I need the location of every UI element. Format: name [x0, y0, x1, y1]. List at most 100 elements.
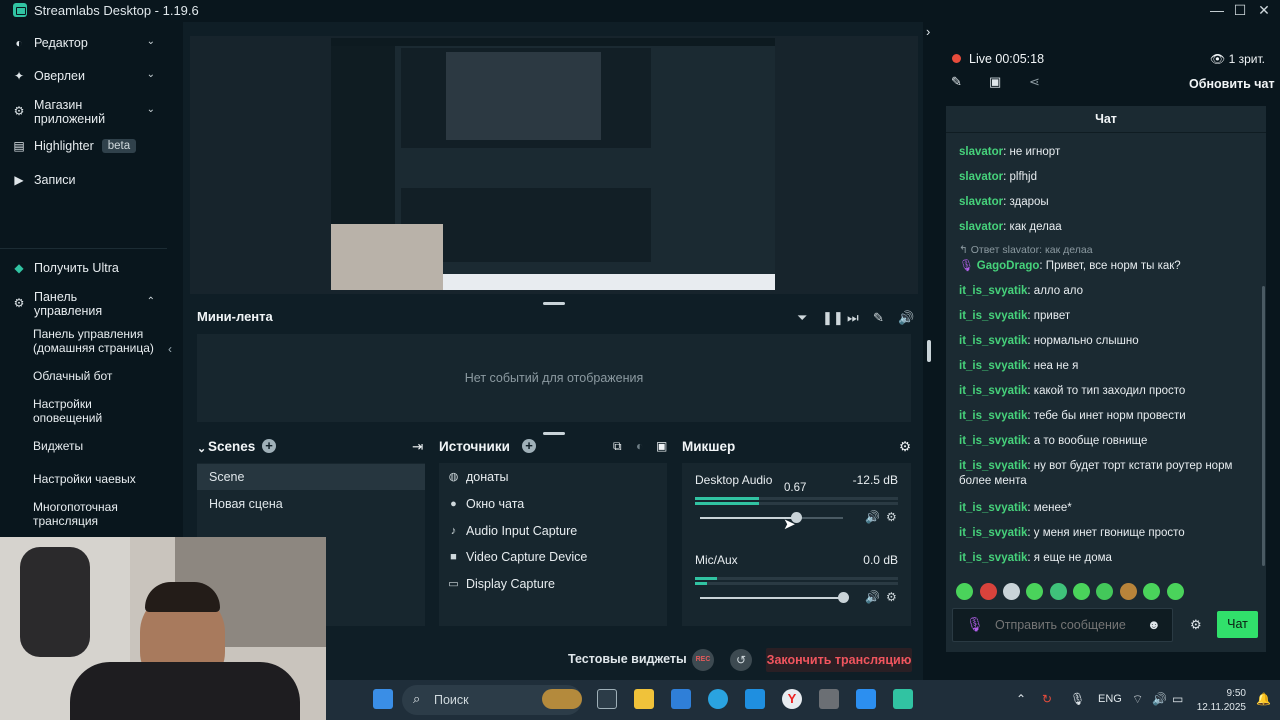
sidebar-item-dashboard[interactable]: ⚙ Панель управления ⌃ — [12, 290, 167, 318]
chat-settings-icon[interactable]: ⚙ — [1190, 617, 1202, 633]
tray-app-icon[interactable]: ↻ — [1042, 692, 1052, 706]
chat-username[interactable]: it_is_svyatik — [959, 460, 1027, 472]
chat-username[interactable]: slavator — [959, 221, 1003, 233]
sidebar-item-recordings[interactable]: ▶ Записи — [12, 173, 75, 187]
store-app-icon[interactable] — [671, 689, 691, 709]
emoji-icon[interactable]: ☻ — [1147, 617, 1161, 632]
mic-icon[interactable]: 🎙 — [966, 616, 984, 633]
windows-start-icon[interactable] — [373, 689, 393, 709]
clock-time[interactable]: 9:50 — [1196, 688, 1246, 699]
chat-username[interactable]: it_is_svyatik — [959, 360, 1027, 372]
minimize-button[interactable]: — — [1205, 0, 1229, 20]
sidebar-sub-cloudbot[interactable]: Облачный бот — [33, 369, 112, 383]
preview-resize-handle[interactable] — [543, 302, 565, 305]
emote-icon[interactable] — [1073, 583, 1090, 600]
get-ultra-button[interactable]: ◆ Получить Ultra — [12, 261, 118, 275]
edit-stream-icon[interactable]: ✎ — [951, 74, 962, 90]
sidebar-item-editor[interactable]: ◐ Редактор ⌄ — [12, 36, 167, 50]
sidebar-item-highlighter[interactable]: ▤ Highlighter beta — [12, 139, 137, 153]
test-widgets-button[interactable]: Тестовые виджеты — [568, 652, 687, 666]
channel-settings-icon[interactable]: ⚙ — [886, 510, 897, 524]
app-icon[interactable] — [745, 689, 765, 709]
scenes-collapse-icon[interactable]: ⌄ — [197, 442, 206, 455]
volume-icon[interactable]: 🔊 — [1152, 692, 1167, 706]
emote-icon[interactable] — [1096, 583, 1113, 600]
speaker-icon[interactable]: 🔊 — [865, 590, 880, 604]
end-stream-button[interactable]: Закончить трансляцию — [766, 648, 912, 672]
wifi-icon[interactable]: ⌔ — [1132, 692, 1143, 707]
emote-icon[interactable] — [1003, 583, 1020, 600]
scene-item[interactable]: Новая сцена — [197, 491, 425, 517]
chat-username[interactable]: slavator — [959, 196, 1003, 208]
sidebar-sub-alert-settings[interactable]: Настройки оповещений — [33, 397, 113, 425]
chat-message-input[interactable] — [952, 608, 1173, 642]
emote-icon[interactable] — [1050, 583, 1067, 600]
pause-icon[interactable]: ❚❚ — [822, 310, 844, 326]
chat-username[interactable]: GagoDrago — [977, 260, 1040, 272]
sidebar-sub-dashboard-home[interactable]: Панель управления (домашняя страница) — [33, 327, 161, 355]
scene-item[interactable]: Scene — [197, 464, 425, 490]
chat-scrollbar[interactable] — [1262, 286, 1265, 566]
filter-icon[interactable]: ⏷ — [797, 310, 807, 326]
volume-slider-knob[interactable] — [838, 592, 849, 603]
refresh-chat-button[interactable]: Обновить чат — [1189, 77, 1275, 91]
chat-username[interactable]: it_is_svyatik — [959, 310, 1027, 322]
mute-alerts-icon[interactable]: ✎ — [873, 310, 884, 326]
app-icon[interactable] — [819, 689, 839, 709]
chat-username[interactable]: it_is_svyatik — [959, 385, 1027, 397]
chat-username[interactable]: slavator — [959, 171, 1003, 183]
sidebar-item-app-store[interactable]: ⚙ Магазин приложений ⌄ — [12, 98, 167, 126]
source-item[interactable]: ■ Video Capture Device — [447, 550, 587, 564]
close-button[interactable]: ✕ — [1252, 0, 1276, 20]
source-item[interactable]: ● Окно чата — [447, 497, 524, 511]
emote-icon[interactable] — [1120, 583, 1137, 600]
collapse-chat-icon[interactable]: › — [926, 24, 930, 39]
source-layout-icon[interactable]: ⧉ — [613, 439, 622, 454]
notification-bell-icon[interactable]: 🔔 — [1256, 692, 1271, 706]
streamlabs-taskbar-icon[interactable] — [893, 689, 913, 709]
telegram-icon[interactable] — [708, 689, 728, 709]
source-item[interactable]: ◍ донаты — [447, 470, 509, 484]
emote-icon[interactable] — [980, 583, 997, 600]
yandex-browser-icon[interactable]: Y — [782, 689, 802, 709]
task-view-icon[interactable] — [597, 689, 617, 709]
file-explorer-icon[interactable] — [634, 689, 654, 709]
chat-username[interactable]: it_is_svyatik — [959, 435, 1027, 447]
add-scene-icon[interactable]: + — [262, 439, 276, 453]
speaker-icon[interactable]: 🔊 — [865, 510, 880, 524]
studio-icon[interactable]: ▣ — [989, 74, 1001, 90]
language-indicator[interactable]: ENG — [1098, 693, 1122, 705]
app-icon[interactable] — [856, 689, 876, 709]
emote-icon[interactable] — [1167, 583, 1184, 600]
volume-icon[interactable]: 🔊 — [898, 310, 914, 326]
maximize-button[interactable]: ☐ — [1228, 0, 1252, 20]
replay-buffer-icon[interactable]: ↺ — [730, 649, 752, 671]
source-folder-icon[interactable]: ▣ — [656, 439, 667, 453]
minifeed-scrollbar[interactable] — [927, 340, 931, 362]
source-item[interactable]: ▭ Display Capture — [447, 577, 555, 591]
sidebar-sub-widgets[interactable]: Виджеты — [33, 439, 83, 453]
emote-icon[interactable] — [1026, 583, 1043, 600]
clock-date[interactable]: 12.11.2025 — [1196, 702, 1246, 713]
collapse-sidebar-icon[interactable]: ‹ — [168, 342, 172, 356]
channel-settings-icon[interactable]: ⚙ — [886, 590, 897, 604]
emote-icon[interactable] — [1143, 583, 1160, 600]
widget-icon[interactable] — [542, 689, 582, 709]
scene-transition-icon[interactable]: ⇥ — [412, 439, 423, 455]
chat-username[interactable]: it_is_svyatik — [959, 285, 1027, 297]
chat-username[interactable]: it_is_svyatik — [959, 502, 1027, 514]
chat-username[interactable]: slavator — [959, 146, 1003, 158]
mixer-settings-icon[interactable]: ⚙ — [899, 439, 911, 455]
record-button[interactable]: REC — [692, 649, 714, 671]
emote-icon[interactable] — [956, 583, 973, 600]
source-hide-icon[interactable]: ◐ — [636, 439, 643, 453]
source-item[interactable]: ♪ Audio Input Capture — [447, 524, 577, 538]
sidebar-item-overlays[interactable]: ✦ Оверлеи ⌄ — [12, 69, 167, 83]
share-icon[interactable]: ⋖ — [1029, 74, 1040, 90]
panel-resize-handle[interactable] — [543, 432, 565, 435]
chat-username[interactable]: it_is_svyatik — [959, 527, 1027, 539]
chat-username[interactable]: it_is_svyatik — [959, 410, 1027, 422]
chat-username[interactable]: it_is_svyatik — [959, 335, 1027, 347]
add-source-icon[interactable]: + — [522, 439, 536, 453]
battery-icon[interactable]: ▭ — [1172, 692, 1183, 706]
